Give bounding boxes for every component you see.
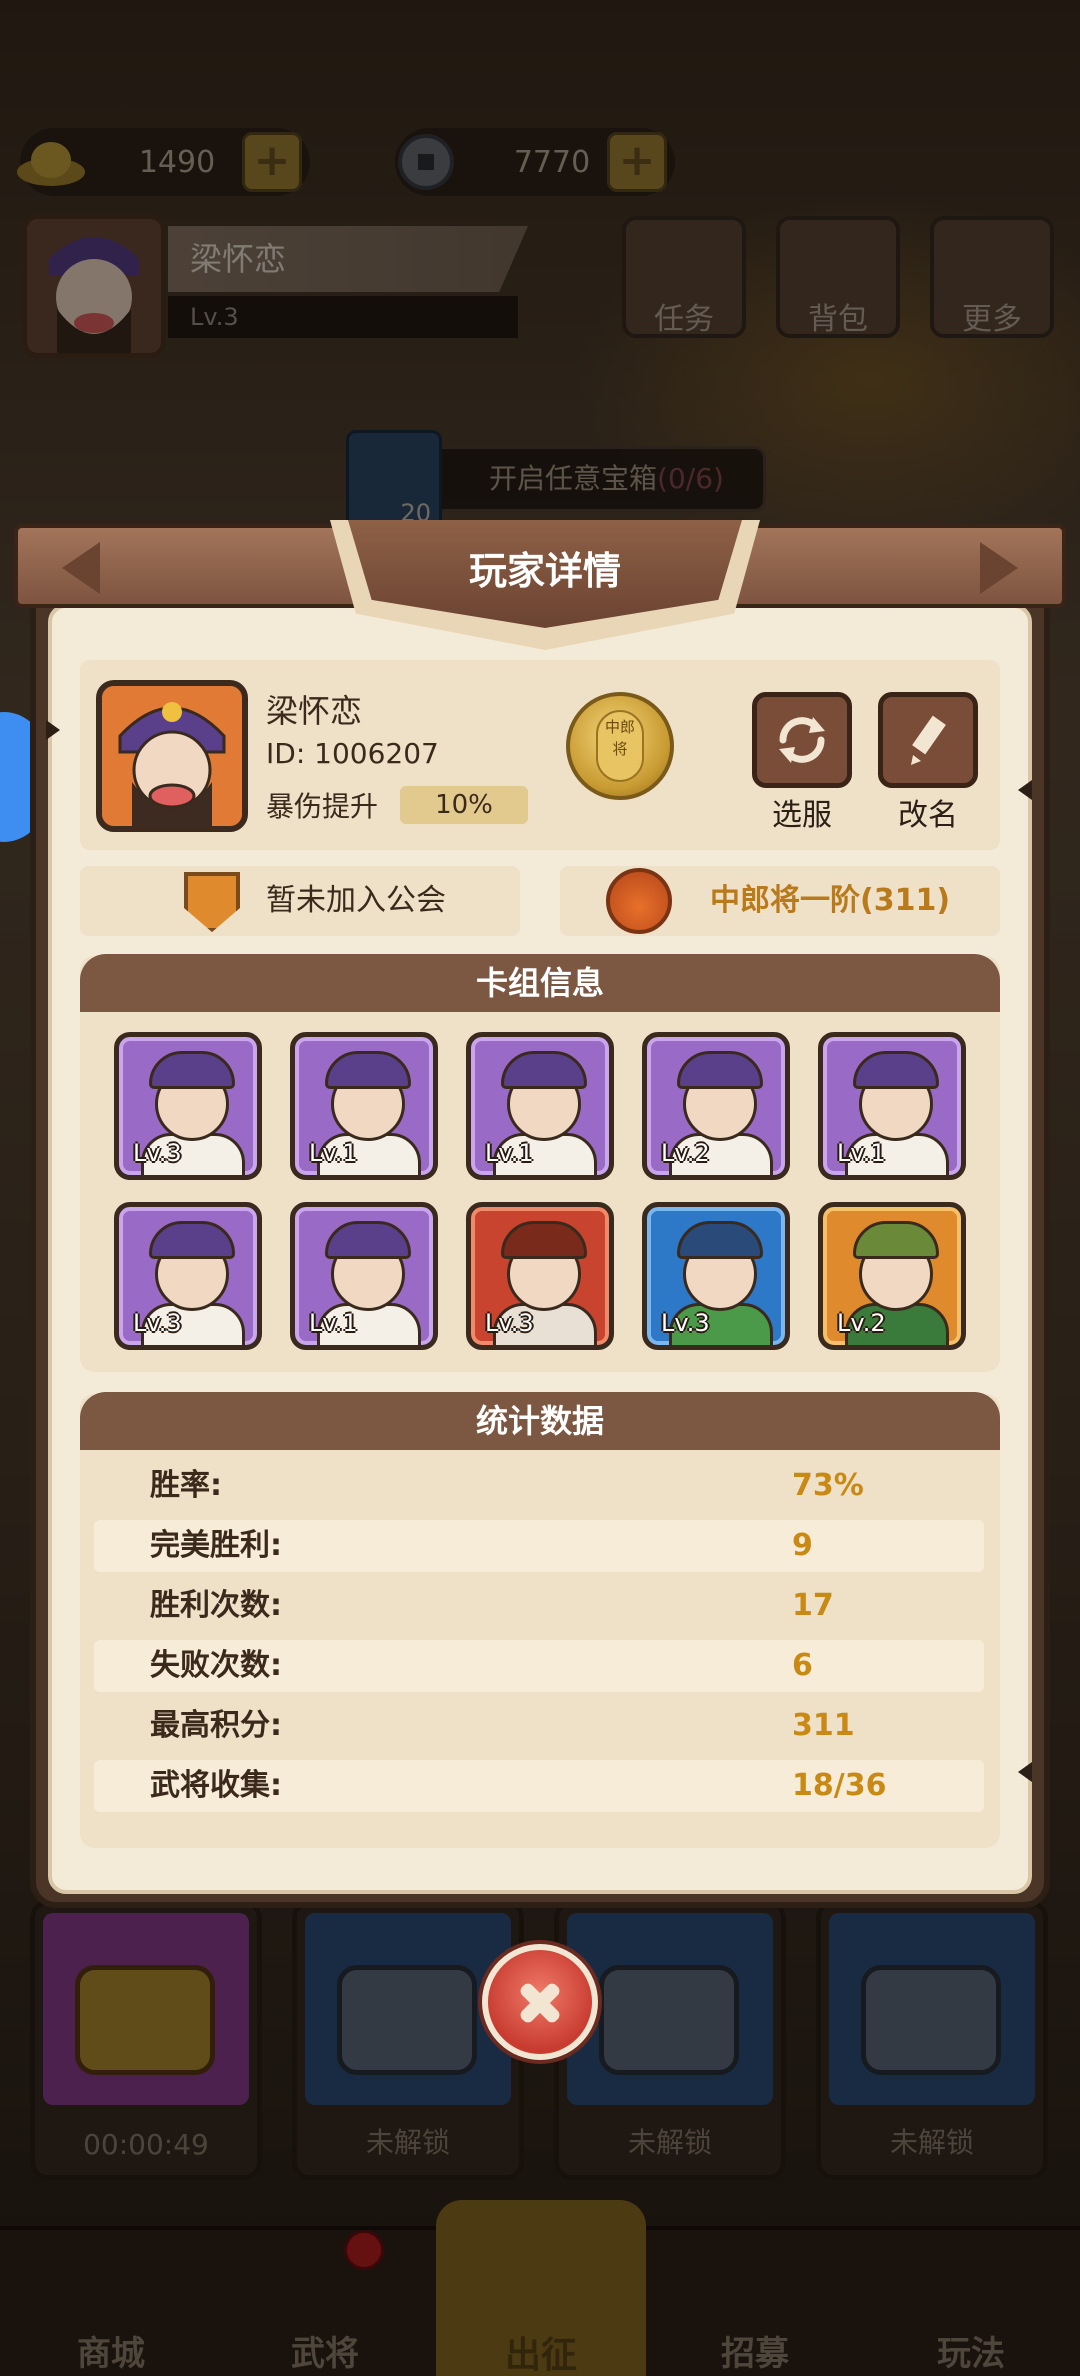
guild-status-text: 暂未加入公会 [266, 883, 446, 918]
hero-card[interactable]: Lv.1 [290, 1032, 438, 1180]
hero-card[interactable]: Lv.3 [114, 1202, 262, 1350]
hero-card[interactable]: Lv.3 [114, 1032, 262, 1180]
stat-label: 最高积分: [150, 1708, 282, 1743]
stat-row-losses: 失败次数: 6 [94, 1640, 984, 1692]
stat-row-hero-collection: 武将收集: 18/36 [94, 1760, 984, 1812]
modal-title: 玩家详情 [468, 549, 621, 593]
side-tick-decoration [1018, 780, 1032, 800]
hero-level: Lv.2 [837, 1309, 886, 1337]
stat-value: 17 [792, 1588, 834, 1623]
hero-card[interactable]: Lv.3 [642, 1202, 790, 1350]
stat-row-perfect-wins: 完美胜利: 9 [94, 1520, 984, 1572]
hero-headgear [149, 1051, 235, 1089]
stat-label: 胜利次数: [150, 1588, 282, 1623]
refresh-icon [779, 717, 825, 763]
side-tick-decoration [1018, 1762, 1032, 1782]
crit-bonus-value: 10% [400, 786, 528, 824]
close-button[interactable] [482, 1944, 598, 2060]
hero-level: Lv.3 [485, 1309, 534, 1337]
hero-card[interactable]: Lv.1 [290, 1202, 438, 1350]
deck-section-title: 卡组信息 [80, 954, 1000, 1012]
hero-headgear [149, 1221, 235, 1259]
rename-label: 改名 [898, 798, 958, 833]
player-avatar [96, 680, 248, 832]
select-server-label: 选服 [772, 798, 832, 833]
hero-card[interactable]: Lv.2 [642, 1032, 790, 1180]
crit-bonus-label: 暴伤提升 [266, 790, 379, 823]
stat-value: 311 [792, 1708, 855, 1743]
hero-headgear [853, 1051, 939, 1089]
stat-row-win-rate: 胜率: 73% [94, 1460, 984, 1512]
hero-level: Lv.3 [133, 1309, 182, 1337]
rank-pouch-icon [606, 868, 672, 934]
avatar-portrait-icon [102, 686, 242, 826]
hero-level: Lv.1 [837, 1139, 886, 1167]
hero-level: Lv.3 [661, 1309, 710, 1337]
hero-headgear [677, 1051, 763, 1089]
hero-level: Lv.1 [309, 1309, 358, 1337]
hero-card[interactable]: Lv.2 [818, 1202, 966, 1350]
hero-headgear [677, 1221, 763, 1259]
stats-section-title: 统计数据 [80, 1392, 1000, 1450]
hero-headgear [853, 1221, 939, 1259]
side-tick-decoration [46, 720, 60, 740]
hero-card[interactable]: Lv.3 [466, 1202, 614, 1350]
player-id: ID: 1006207 [266, 737, 439, 770]
left-arrow-decoration-icon [62, 542, 100, 594]
guild-status[interactable]: 暂未加入公会 [80, 866, 520, 936]
stat-label: 胜率: [150, 1468, 222, 1503]
stat-label: 完美胜利: [150, 1528, 282, 1563]
hero-headgear [501, 1051, 587, 1089]
stat-label: 武将收集: [150, 1768, 282, 1803]
hero-level: Lv.1 [485, 1139, 534, 1167]
player-name: 梁怀恋 [266, 692, 363, 730]
hero-headgear [325, 1051, 411, 1089]
rank-medal-icon: 中郎将 [566, 692, 674, 800]
hero-level: Lv.1 [309, 1139, 358, 1167]
stat-row-wins: 胜利次数: 17 [94, 1580, 984, 1632]
right-arrow-decoration-icon [980, 542, 1018, 594]
hero-headgear [325, 1221, 411, 1259]
hero-headgear [501, 1221, 587, 1259]
stat-value: 73% [792, 1468, 864, 1503]
hero-card[interactable]: Lv.1 [466, 1032, 614, 1180]
rank-status-text: 中郎将一阶(311) [710, 883, 951, 918]
stat-row-high-score: 最高积分: 311 [94, 1700, 984, 1752]
hero-card[interactable]: Lv.1 [818, 1032, 966, 1180]
stat-value: 6 [792, 1648, 813, 1683]
rename-button[interactable] [878, 692, 978, 788]
pencil-icon [911, 715, 946, 765]
hero-level: Lv.2 [661, 1139, 710, 1167]
stat-label: 失败次数: [150, 1648, 282, 1683]
stat-value: 9 [792, 1528, 813, 1563]
stat-value: 18/36 [792, 1768, 887, 1803]
select-server-button[interactable] [752, 692, 852, 788]
hero-level: Lv.3 [133, 1139, 182, 1167]
rank-medal-text: 中郎将 [596, 710, 644, 782]
